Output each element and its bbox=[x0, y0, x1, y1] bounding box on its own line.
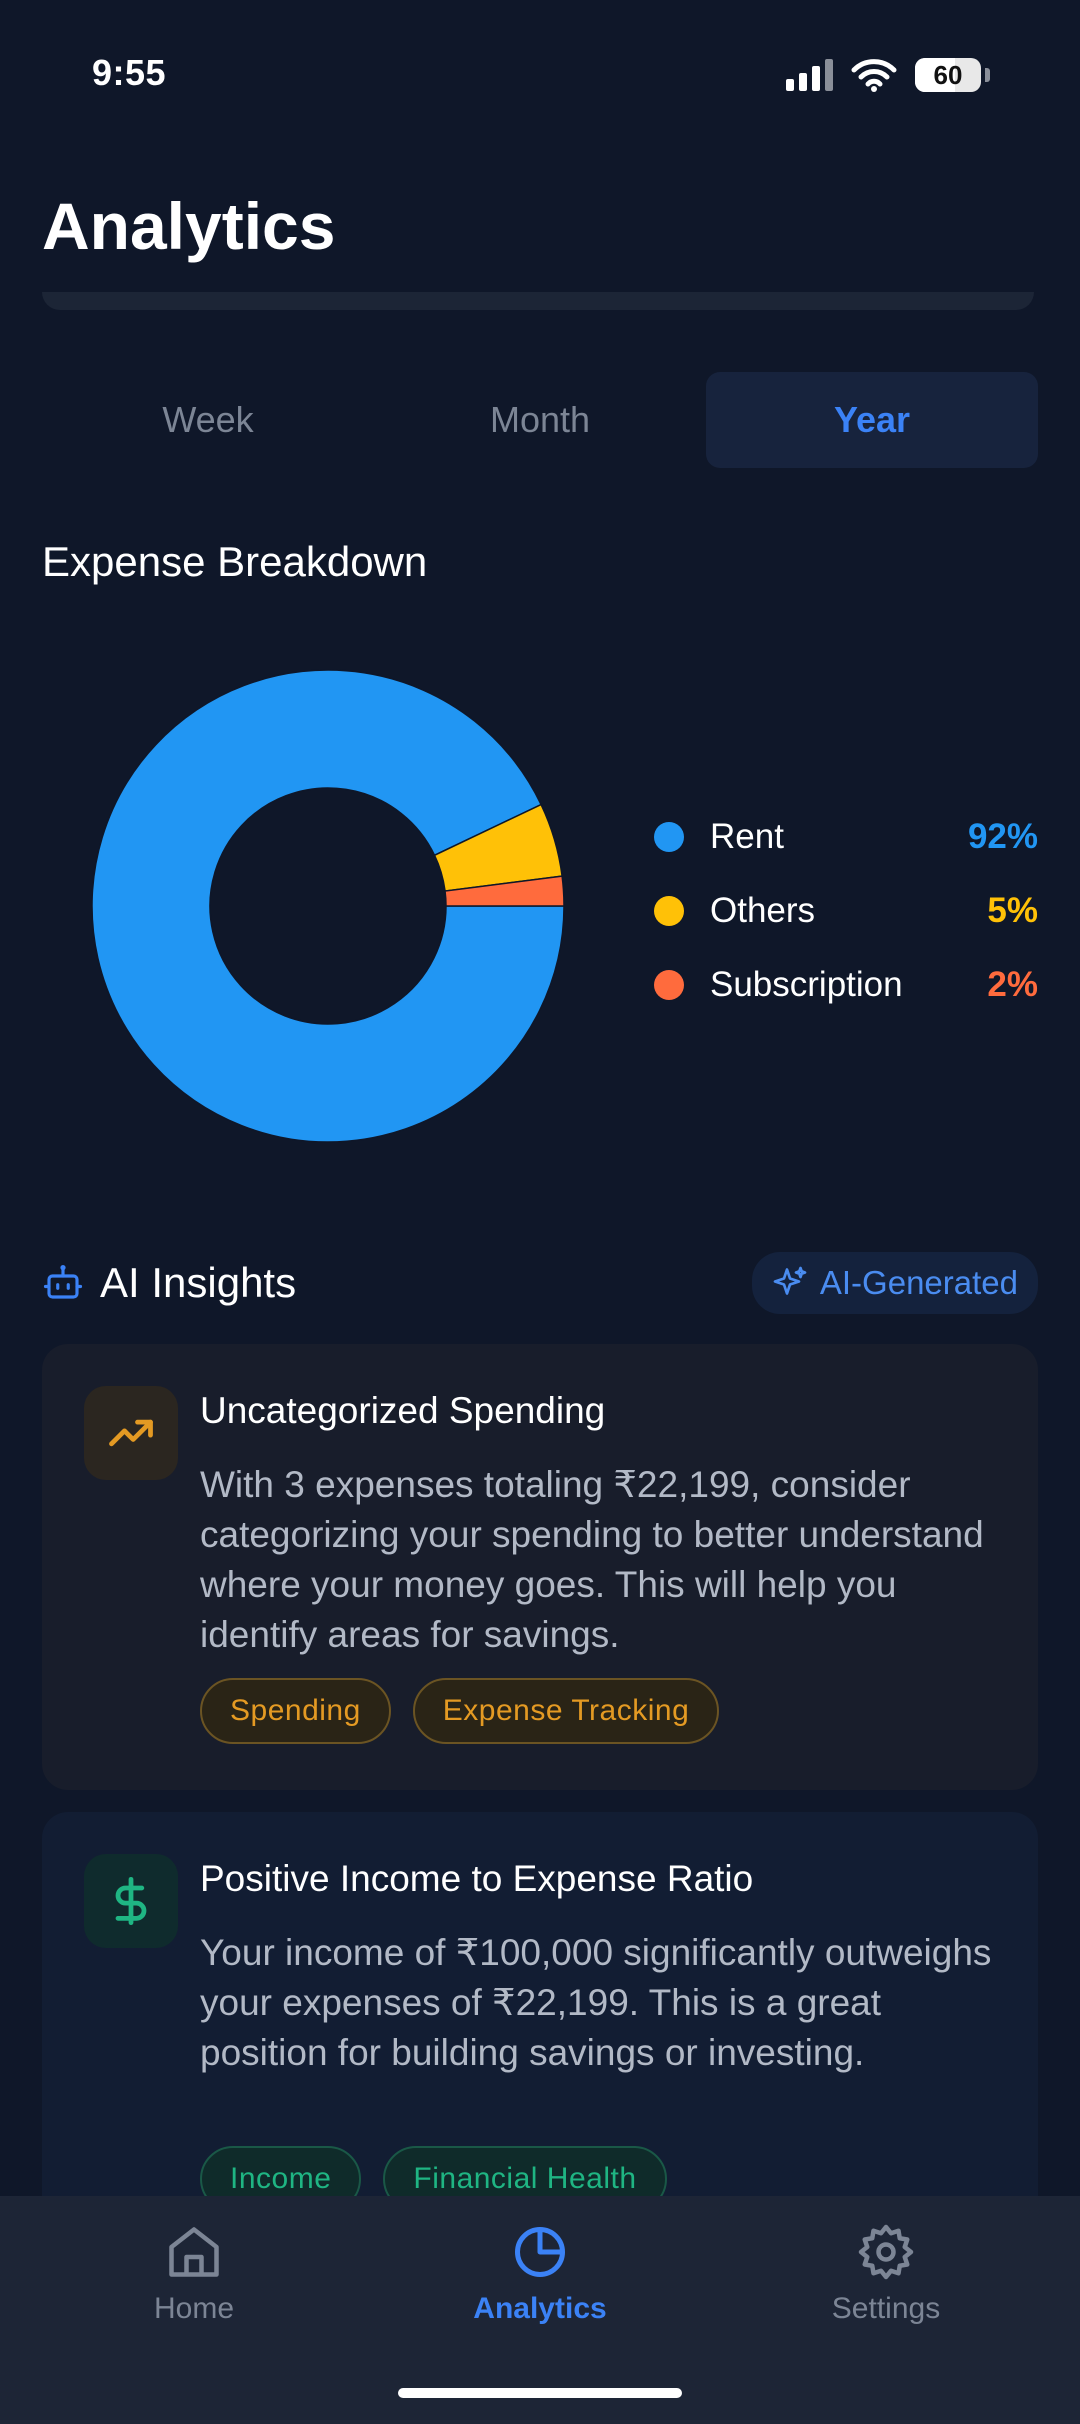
header-divider bbox=[42, 292, 1034, 310]
status-time: 9:55 bbox=[92, 52, 167, 93]
ai-generated-badge: AI-Generated bbox=[751, 1252, 1038, 1314]
insight-card[interactable]: Uncategorized Spending With 3 expenses t… bbox=[42, 1344, 1038, 1790]
legend-item-others: Others 5% bbox=[654, 874, 1038, 948]
nav-label: Analytics bbox=[473, 2292, 607, 2325]
legend-label: Others bbox=[710, 891, 816, 930]
legend-value: 92% bbox=[967, 817, 1038, 856]
robot-icon bbox=[43, 1264, 83, 1299]
dollar-icon bbox=[115, 1876, 147, 1926]
expense-breakdown-title: Expense Breakdown bbox=[42, 538, 428, 585]
battery-icon: 60 bbox=[915, 58, 981, 92]
ai-insights-title: AI Insights bbox=[100, 1259, 297, 1306]
insight-tags: Spending Expense Tracking bbox=[200, 1678, 720, 1744]
insight-body: With 3 expenses totaling ₹22,199, consid… bbox=[200, 1464, 984, 1655]
home-indicator[interactable] bbox=[398, 2388, 682, 2398]
legend-value: 5% bbox=[987, 891, 1038, 930]
legend-dot-rent bbox=[654, 822, 684, 852]
tab-week[interactable]: Week bbox=[42, 372, 374, 468]
insight-title: Positive Income to Expense Ratio bbox=[200, 1858, 754, 1899]
legend-label: Rent bbox=[710, 817, 784, 856]
pie-chart-icon bbox=[515, 2227, 565, 2277]
tab-year[interactable]: Year bbox=[706, 372, 1038, 468]
status-bar: 9:55 60 bbox=[0, 0, 1080, 150]
signal-icon bbox=[786, 59, 833, 91]
gear-icon bbox=[858, 2224, 914, 2280]
tab-month[interactable]: Month bbox=[374, 372, 706, 468]
period-selector: Week Month Year bbox=[42, 372, 1038, 468]
insight-body: Your income of ₹100,000 significantly ou… bbox=[200, 1932, 992, 2073]
trending-up-icon bbox=[109, 1419, 153, 1447]
ai-insights-header: AI Insights AI-Generated bbox=[42, 1252, 1038, 1314]
legend-value: 2% bbox=[987, 965, 1038, 1004]
home-icon bbox=[169, 2227, 219, 2277]
insight-icon-box bbox=[84, 1854, 178, 1948]
analytics-screen: 9:55 60 Analytics Week Month Year Expens… bbox=[0, 0, 1080, 2424]
page-title: Analytics bbox=[42, 189, 336, 263]
expense-donut-chart bbox=[91, 669, 565, 1143]
legend-dot-subscription bbox=[654, 970, 684, 1000]
insight-icon-box bbox=[84, 1386, 178, 1480]
tag-spending[interactable]: Spending bbox=[200, 1678, 391, 1744]
battery-tip bbox=[985, 68, 990, 82]
status-icons: 60 bbox=[786, 58, 990, 92]
nav-analytics[interactable]: Analytics bbox=[420, 2222, 660, 2326]
legend-dot-others bbox=[654, 896, 684, 926]
nav-label: Settings bbox=[831, 2292, 941, 2325]
ai-badge-label: AI-Generated bbox=[819, 1264, 1018, 1301]
sparkles-icon bbox=[773, 1266, 807, 1295]
wifi-icon bbox=[851, 59, 897, 92]
legend-item-subscription: Subscription 2% bbox=[654, 948, 1038, 1022]
legend-label: Subscription bbox=[710, 965, 903, 1004]
tag-expense-tracking[interactable]: Expense Tracking bbox=[412, 1678, 720, 1744]
insight-title: Uncategorized Spending bbox=[200, 1390, 606, 1431]
nav-home[interactable]: Home bbox=[74, 2222, 314, 2326]
nav-label: Home bbox=[153, 2292, 235, 2325]
legend-item-rent: Rent 92% bbox=[654, 800, 1038, 874]
nav-settings[interactable]: Settings bbox=[766, 2222, 1006, 2326]
chart-legend: Rent 92% Others 5% Subscription 2% bbox=[654, 800, 1038, 1022]
battery-level: 60 bbox=[933, 59, 963, 90]
insight-card[interactable]: Positive Income to Expense Ratio Your in… bbox=[42, 1812, 1038, 2232]
